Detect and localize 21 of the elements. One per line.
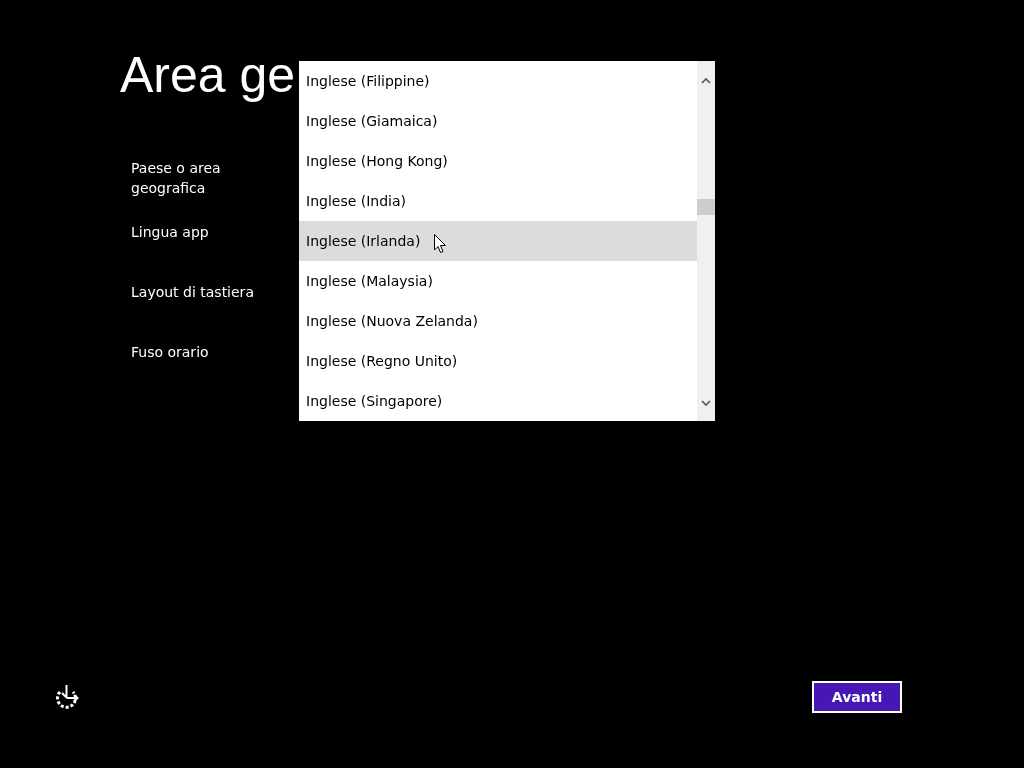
field-label: Layout di tastiera: [131, 283, 255, 302]
dropdown-option[interactable]: Inglese (Hong Kong): [299, 141, 697, 181]
dropdown-option[interactable]: Inglese (Regno Unito): [299, 341, 697, 381]
field-label: Fuso orario: [131, 343, 210, 362]
dropdown-option[interactable]: Inglese (Irlanda): [299, 221, 697, 261]
dropdown-option[interactable]: Inglese (Singapore): [299, 381, 697, 421]
next-button[interactable]: Avanti: [812, 681, 902, 713]
dropdown-option[interactable]: Inglese (Malaysia): [299, 261, 697, 301]
scroll-thumb[interactable]: [697, 199, 715, 215]
accessibility-icon[interactable]: [53, 684, 80, 710]
scrollbar[interactable]: [697, 61, 715, 421]
page-title: Area ge: [120, 46, 296, 104]
dropdown-option[interactable]: Inglese (Nuova Zelanda): [299, 301, 697, 341]
mouse-cursor-icon: [434, 234, 446, 253]
dropdown-option[interactable]: Inglese (Giamaica): [299, 101, 697, 141]
scroll-down-icon[interactable]: [701, 399, 711, 407]
dropdown-option[interactable]: Inglese (India): [299, 181, 697, 221]
field-label: Lingua app: [131, 223, 210, 242]
dropdown-option[interactable]: Inglese (Filippine): [299, 61, 697, 101]
scroll-up-icon[interactable]: [701, 77, 711, 85]
field-label: Paese o area geografica: [131, 159, 222, 198]
